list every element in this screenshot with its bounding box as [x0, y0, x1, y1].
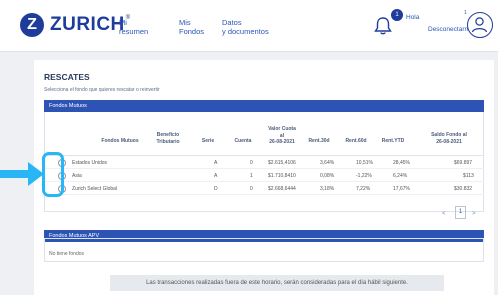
header-divider	[44, 155, 484, 156]
cell-saldo: $30.832	[454, 186, 473, 192]
cell-rent60: 7,22%	[356, 186, 371, 192]
col-header-cuenta: Cuenta	[234, 138, 252, 144]
cell-fondo: Asia	[72, 173, 82, 179]
cell-rent30: 3,64%	[320, 160, 335, 166]
nav-label-line2: resumen	[119, 27, 149, 36]
cell-rent60: 10,51%	[356, 160, 373, 166]
rescates-card: RESCATES Selecciona el fondo que quieres…	[34, 60, 494, 295]
nav-datos-documentos[interactable]: Datos y documentos	[222, 18, 269, 36]
cell-cuenta: 0	[250, 186, 253, 192]
cell-rentytd: 17,67%	[393, 186, 410, 192]
zurich-logo-icon: Z	[20, 13, 44, 37]
cell-saldo: $69.897	[454, 160, 473, 166]
notification-badge: 1	[391, 9, 403, 21]
zurich-logo[interactable]: Z ZURICH ®	[20, 13, 130, 37]
nav-label-line1: Mis	[179, 18, 191, 27]
nav-label-line2: y documentos	[222, 27, 269, 36]
fondos-apv-table	[44, 238, 484, 262]
col-header-saldo: Saldo Fondo al 26-08-2021	[420, 132, 478, 145]
cell-rent60: -1,22%	[356, 173, 372, 179]
user-avatar[interactable]	[467, 12, 493, 38]
header-line: 26-08-2021	[436, 138, 462, 145]
cell-rent30: 0,08%	[320, 173, 335, 179]
cell-rent30: 3,18%	[320, 186, 335, 192]
user-icon	[471, 17, 488, 33]
cell-saldo: $113	[463, 173, 474, 179]
col-header-rentytd: Rent.YTD	[381, 138, 405, 144]
fondos-mutuos-section-header: Fondos Mutuos	[44, 100, 484, 112]
cell-serie: A	[214, 173, 218, 179]
pager-next-button[interactable]: >	[472, 211, 476, 217]
nav-mis-fondos[interactable]: Mis Fondos	[179, 18, 204, 36]
top-header: Z ZURICH ® Mi resumen Mis Fondos Datos y…	[0, 0, 498, 52]
col-header-fondos: Fondos Mutuos	[101, 138, 139, 144]
empty-funds-text: No tiene fondos	[49, 251, 85, 257]
col-header-beneficio: Beneficio Tributario	[143, 132, 193, 145]
col-header-valor-cuota: Valor Cuota al 26-08-2021	[260, 126, 304, 146]
col-header-serie: Serie	[201, 138, 215, 144]
cell-fondo: Zurich Select Global	[72, 186, 118, 192]
brand-name: ZURICH	[50, 14, 125, 35]
bell-icon[interactable]	[373, 16, 393, 36]
cell-valor-cuota: $2.668,6444	[268, 186, 296, 192]
page-subtitle: Selecciona el fondo que quieres rescatar…	[44, 87, 160, 93]
pager-current-page[interactable]: 1	[455, 206, 466, 219]
col-header-rent60: Rent.60d	[345, 138, 367, 144]
pager-prev-button[interactable]: <	[442, 211, 446, 217]
cell-cuenta: 0	[250, 160, 253, 166]
header-line: 26-08-2021	[269, 139, 295, 145]
cell-serie: D	[214, 186, 218, 192]
nav-label-line1: Mi	[119, 18, 127, 27]
cell-rentytd: 28,45%	[393, 160, 410, 166]
cell-valor-cuota: $2.615,4106	[268, 160, 296, 166]
table-row[interactable]: Estados Unidos A 0 $2.615,4106 3,64% 10,…	[44, 157, 484, 169]
cell-rentytd: 6,24%	[393, 173, 408, 179]
nav-label-line2: Fondos	[179, 27, 205, 36]
table-row[interactable]: Asia A 1 $1.710,8410 0,08% -1,22% 6,24% …	[44, 170, 484, 182]
logout-count: 1	[464, 10, 467, 16]
nav-mi-resumen[interactable]: Mi resumen	[119, 18, 148, 36]
col-header-rent30: Rent.30d	[308, 138, 330, 144]
header-line: Tributario	[156, 138, 180, 145]
table-row[interactable]: Zurich Select Global D 0 $2.668,6444 3,1…	[44, 183, 484, 195]
schedule-notice: Las transacciones realizadas fuera de es…	[110, 275, 444, 291]
cell-valor-cuota: $1.710,8410	[268, 173, 296, 179]
page-title: RESCATES	[44, 72, 90, 82]
cell-cuenta: 1	[250, 173, 253, 179]
cell-serie: A	[214, 160, 218, 166]
nav-label-line1: Datos	[222, 18, 242, 27]
cell-fondo: Estados Unidos	[72, 160, 108, 166]
greeting-text: Hola	[406, 14, 420, 21]
pointer-arrow-icon	[0, 162, 44, 186]
